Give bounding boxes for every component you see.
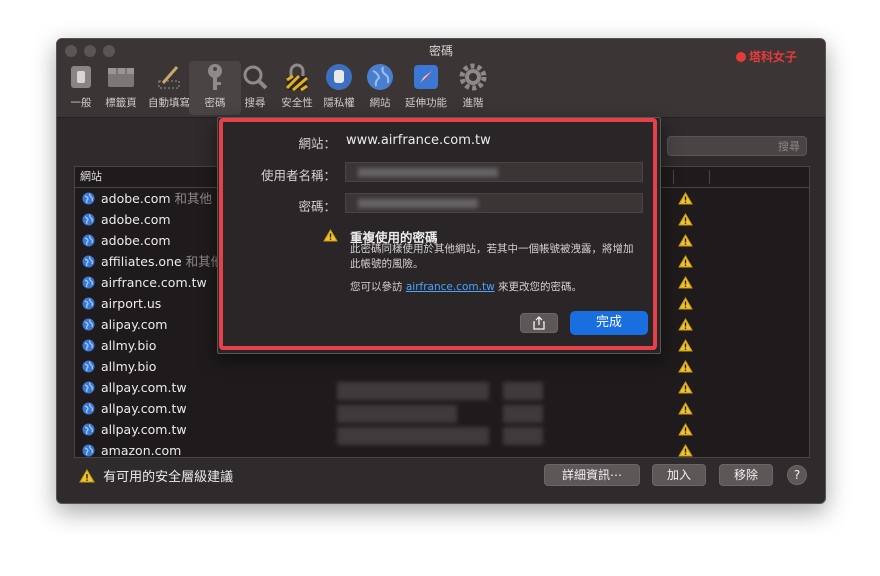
site-name: alipay.com [101,317,168,332]
warning-icon [79,469,95,483]
warning-icon [678,381,693,394]
tab-autofill-label: 自動填寫 [148,97,190,109]
site-name: allpay.com.tw [101,380,187,395]
site-name: adobe.com [101,233,171,248]
warning-icon [678,360,693,373]
warning-icon [678,339,693,352]
globe-icon [82,402,95,415]
warning-icon [678,444,693,457]
tab-autofill[interactable]: 自動填寫 [143,61,195,110]
globe-icon [82,444,95,457]
tab-tabs[interactable]: 標籤頁 [95,61,147,110]
magnifier-icon [239,61,271,93]
tab-advanced[interactable]: 進階 [447,61,499,110]
warning-icon [678,276,693,289]
site-name: amazon.com [101,443,182,458]
highlight-frame [219,118,657,350]
switch-icon [65,61,97,93]
globe-icon [364,61,396,93]
globe-icon [82,423,95,436]
search-input[interactable]: 搜尋 [667,136,807,156]
tab-security-label: 安全性 [281,97,313,109]
site-name: affiliates.one 和其他 [101,254,224,269]
compass-icon [410,61,442,93]
globe-icon [82,339,95,352]
help-button[interactable]: ? [787,465,807,485]
window-title: 密碼 [428,44,453,58]
site-name: adobe.com [101,212,171,227]
globe-icon [82,360,95,373]
site-name: allmy.bio [101,359,157,374]
tab-extensions-label: 延伸功能 [405,97,447,109]
warning-icon [678,255,693,268]
brand-logo-icon [736,52,746,62]
warning-icon [678,213,693,226]
tab-websites[interactable]: 網站 [354,61,406,110]
site-name: adobe.com 和其他 1 [101,191,224,206]
brand-watermark: 塔科女子 [736,48,797,65]
warning-icon [678,192,693,205]
globe-icon [82,276,95,289]
warning-icon [678,423,693,436]
warning-icon [678,234,693,247]
tab-privacy-label: 隱私權 [323,97,355,109]
site-name: allmy.bio [101,338,157,353]
site-name: allpay.com.tw [101,422,187,437]
site-name: airfrance.com.tw [101,275,207,290]
add-button[interactable]: 加入 [652,464,706,486]
remove-button[interactable]: 移除 [719,464,773,486]
tab-extensions[interactable]: 延伸功能 [400,61,452,110]
tab-search-label: 搜尋 [244,97,266,109]
warning-icon [678,297,693,310]
list-item[interactable]: allmy.bio [75,356,809,377]
security-recommendation[interactable]: 有可用的安全層級建議 [79,466,233,485]
globe-icon [82,318,95,331]
key-icon [199,61,231,93]
brand-text: 塔科女子 [749,50,798,64]
tab-tabs-label: 標籤頁 [105,97,137,109]
gear-icon [457,61,489,93]
globe-icon [82,234,95,247]
toolbar: 密碼 一般 標籤頁 自動填寫 密碼 搜尋 安全性 隱私權 網站 延伸功能 進階 [57,39,825,118]
warning-icon [678,318,693,331]
tab-websites-label: 網站 [369,97,391,109]
column-header-site[interactable]: 網站 [80,170,102,183]
site-name: airport.us [101,296,162,311]
tab-passwords-label: 密碼 [204,97,226,109]
warning-icon [678,402,693,415]
globe-icon [82,213,95,226]
globe-icon [82,297,95,310]
details-button[interactable]: 詳細資訊⋯ [544,464,640,486]
tab-advanced-label: 進階 [462,97,484,109]
globe-icon [82,381,95,394]
globe-icon [82,192,95,205]
padlock-icon [281,61,313,93]
security-recommendation-label: 有可用的安全層級建議 [103,470,234,485]
pencil-icon [153,61,185,93]
site-name: allpay.com.tw [101,401,187,416]
tabs-icon [105,61,137,93]
globe-icon [82,255,95,268]
hand-icon [323,61,355,93]
tab-general-label: 一般 [70,97,92,109]
